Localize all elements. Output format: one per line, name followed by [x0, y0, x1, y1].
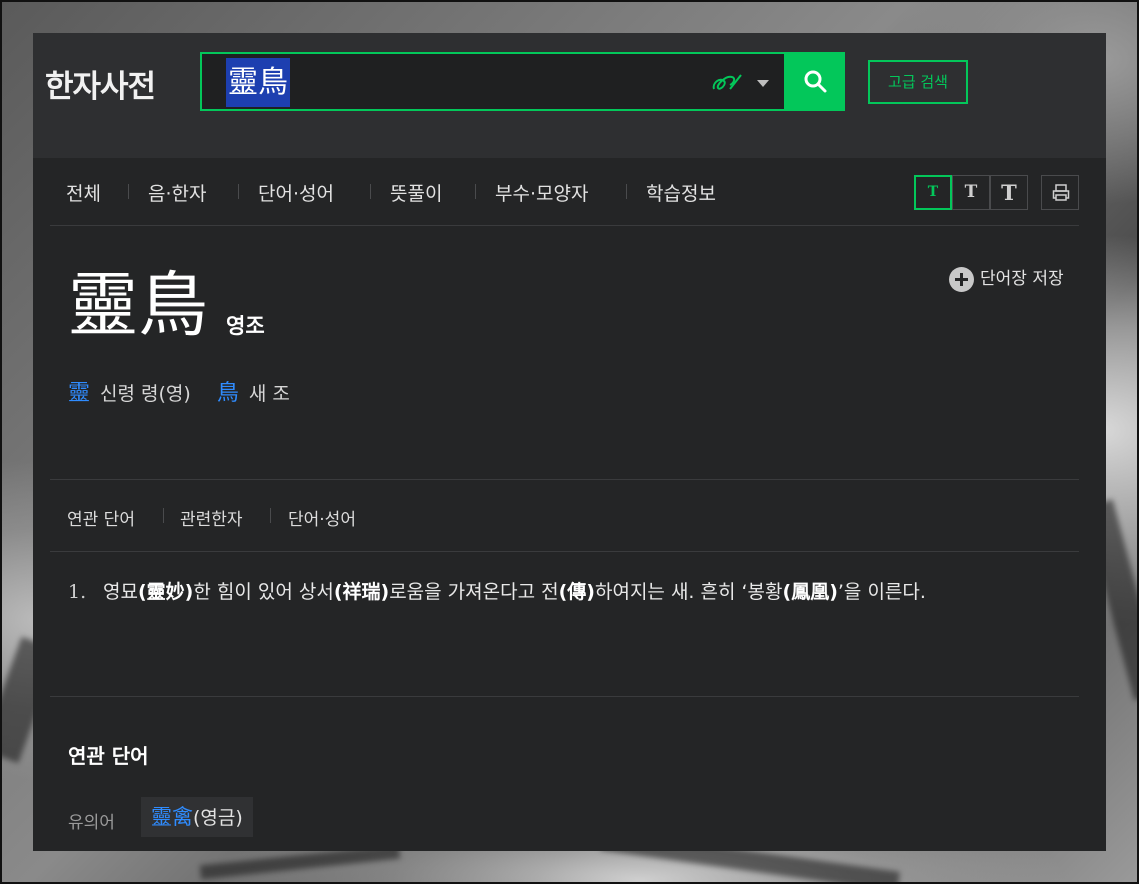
definition-hanja: (祥瑞) — [333, 581, 390, 603]
character-meaning: 새 조 — [248, 383, 290, 405]
tab-divider — [238, 184, 239, 199]
advanced-search-button[interactable]: 고급 검색 — [868, 60, 968, 104]
nav-divider — [270, 508, 271, 523]
definition-hanja: (傳) — [558, 581, 595, 603]
tab-divider — [128, 184, 129, 199]
related-nav-item[interactable]: 단어·성어 — [288, 505, 356, 530]
definition-number: 1. — [68, 581, 87, 603]
definition-segment: ’을 이른다. — [837, 581, 926, 603]
tab-definitions[interactable]: 뜻풀이 — [390, 179, 442, 206]
tab-divider — [626, 184, 627, 199]
save-to-wordbook-button[interactable]: 단어장 저장 — [949, 264, 1064, 292]
synonym-reading: (영금) — [193, 807, 243, 829]
tab-divider — [475, 184, 476, 199]
synonym-chip[interactable]: 靈禽(영금) — [141, 797, 253, 837]
tab-sound-hanja[interactable]: 음·한자 — [148, 179, 206, 206]
header: 한자사전 靈鳥 고급 검색 — [33, 33, 1106, 158]
tab-learning-info[interactable]: 학습정보 — [646, 179, 716, 206]
definition-segment: 로움을 가져온다고 전 — [389, 581, 559, 603]
font-size-small-button[interactable]: T — [914, 175, 952, 210]
definition-segment: 하여지는 새. 흔히 ‘봉황 — [594, 581, 783, 603]
search-button[interactable] — [786, 52, 845, 111]
dictionary-app: 한자사전 靈鳥 고급 검색 전체 음·한자 단어·성어 뜻풀이 부수·모양자 학… — [33, 33, 1106, 851]
related-words-heading: 연관 단어 — [68, 744, 149, 768]
definition-text: 영묘(靈妙)한 힘이 있어 상서(祥瑞)로움을 가져온다고 전(傳)하여지는 새… — [103, 573, 1068, 611]
save-label: 단어장 저장 — [980, 269, 1064, 289]
search-icon — [804, 70, 827, 93]
print-button[interactable] — [1041, 175, 1079, 210]
entry-reading: 영조 — [226, 314, 265, 338]
section-divider — [50, 696, 1079, 697]
tab-words-idioms[interactable]: 단어·성어 — [258, 179, 334, 206]
entry-word: 靈鳥 — [68, 264, 208, 346]
definition-segment: 영묘 — [103, 581, 138, 603]
plus-circle-icon — [949, 266, 974, 292]
character-link[interactable]: 鳥 — [217, 381, 239, 406]
definition-hanja: (靈妙) — [137, 581, 194, 603]
print-icon — [1052, 184, 1070, 201]
related-nav: 연관 단어 관련한자 단어·성어 — [50, 479, 1079, 552]
chevron-down-icon[interactable] — [757, 80, 769, 87]
font-size-medium-button[interactable]: T — [952, 175, 990, 210]
logo[interactable]: 한자사전 — [45, 61, 156, 106]
character-meaning: 신령 령(영) — [100, 383, 191, 405]
search-input[interactable]: 靈鳥 — [200, 52, 786, 111]
character-link[interactable]: 靈 — [68, 381, 90, 406]
synonym-label: 유의어 — [68, 813, 115, 833]
related-nav-item[interactable]: 관련한자 — [180, 505, 243, 530]
nav-divider — [163, 508, 164, 523]
character-breakdown: 靈 신령 령(영) 鳥 새 조 — [68, 375, 290, 407]
handwriting-icon[interactable] — [710, 71, 744, 95]
tab-divider — [370, 184, 371, 199]
tab-radical-shape[interactable]: 부수·모양자 — [495, 179, 588, 206]
related-nav-item[interactable]: 연관 단어 — [67, 505, 135, 530]
search-input-value[interactable]: 靈鳥 — [226, 58, 290, 107]
synonym-hanja[interactable]: 靈禽 — [151, 805, 193, 829]
font-size-large-button[interactable]: T — [990, 175, 1028, 210]
category-tabs: 전체 음·한자 단어·성어 뜻풀이 부수·모양자 학습정보 T T T — [50, 158, 1079, 226]
definition-hanja: (鳳凰) — [782, 581, 838, 603]
definition-segment: 한 힘이 있어 상서 — [193, 581, 334, 603]
tab-all[interactable]: 전체 — [66, 179, 101, 206]
